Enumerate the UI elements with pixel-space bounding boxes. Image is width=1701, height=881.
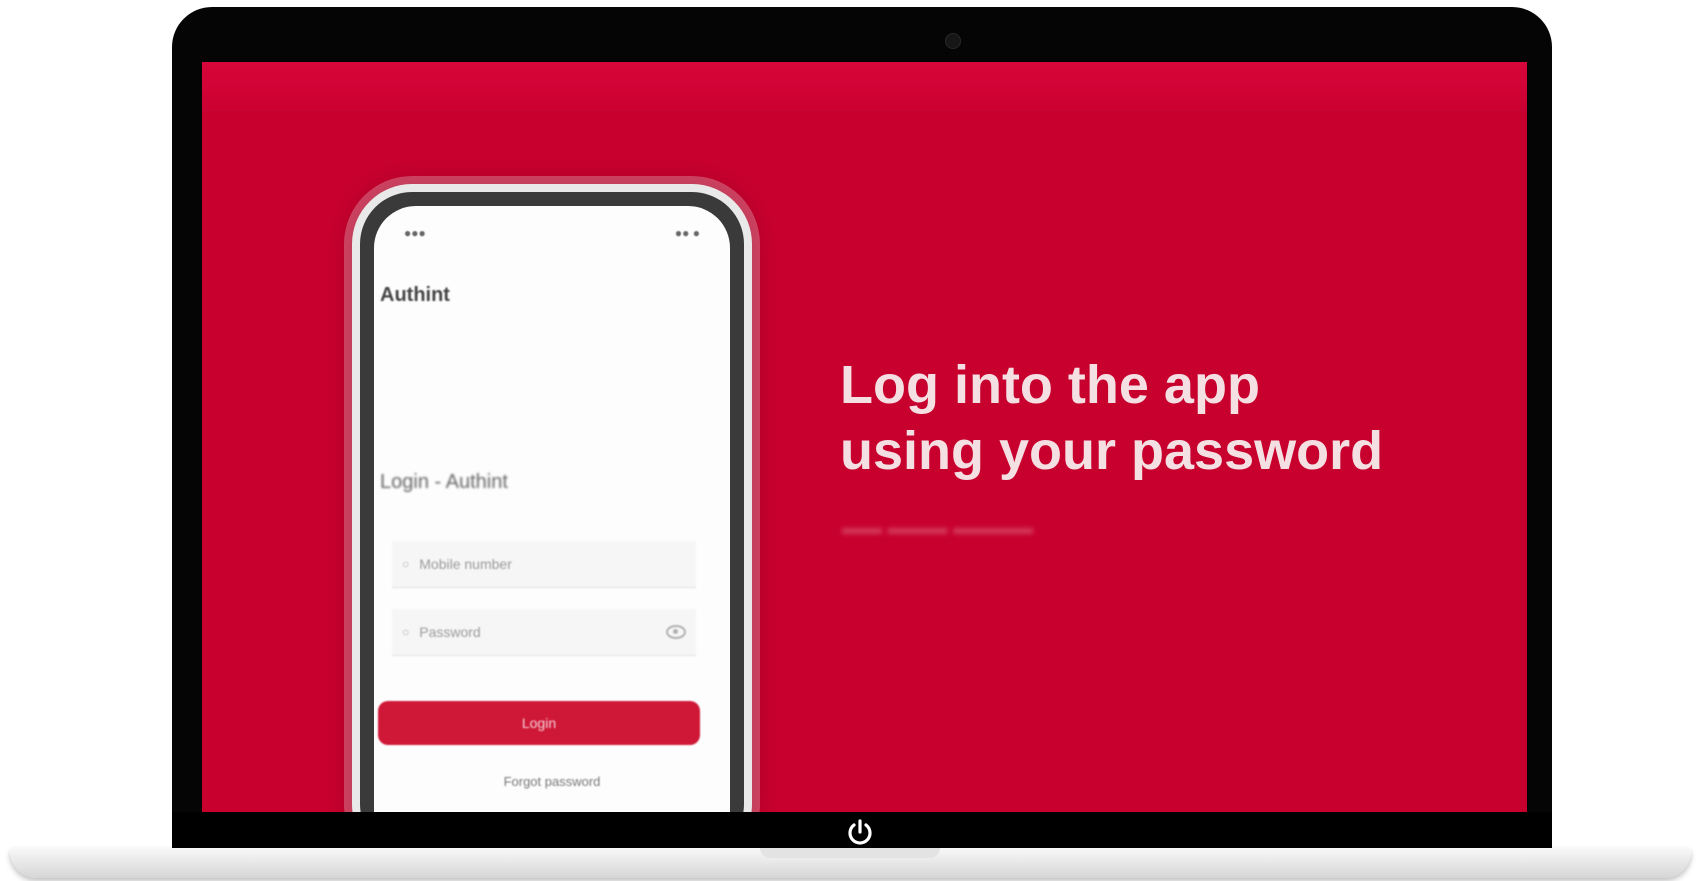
headline: Log into the app using your password [840, 352, 1480, 484]
phone-status-bar: ●●● ●● ● [374, 206, 730, 240]
eye-icon[interactable] [666, 625, 686, 639]
headline-line-1: Log into the app [840, 355, 1260, 415]
status-icons: ●● ● [674, 226, 700, 240]
top-bar [202, 62, 1527, 111]
password-field[interactable]: ○ Password [392, 609, 696, 656]
subtext-blur: ▬▬ ▬▬▬ ▬▬▬▬ [842, 517, 1034, 539]
power-icon[interactable] [843, 816, 877, 850]
forgot-password-link[interactable]: Forgot password [374, 774, 730, 789]
user-icon: ○ [402, 557, 410, 571]
lock-icon: ○ [402, 625, 410, 639]
camera-icon [945, 33, 961, 49]
status-time: ●●● [404, 226, 426, 240]
password-placeholder: Password [419, 624, 481, 640]
laptop-base-notch [760, 848, 940, 858]
laptop-screen: ●●● ●● ● Authint Login - Authint ○ Mobil… [202, 62, 1527, 812]
username-field[interactable]: ○ Mobile number [392, 541, 696, 588]
headline-line-2: using your password [840, 421, 1384, 481]
login-heading: Login - Authint [380, 471, 508, 493]
phone-frame: ●●● ●● ● Authint Login - Authint ○ Mobil… [360, 192, 744, 812]
phone-mockup: ●●● ●● ● Authint Login - Authint ○ Mobil… [352, 184, 752, 812]
username-placeholder: Mobile number [419, 556, 512, 572]
app-title: Authint [380, 284, 450, 306]
phone-screen: ●●● ●● ● Authint Login - Authint ○ Mobil… [374, 206, 730, 812]
login-button[interactable]: Login [378, 701, 700, 745]
